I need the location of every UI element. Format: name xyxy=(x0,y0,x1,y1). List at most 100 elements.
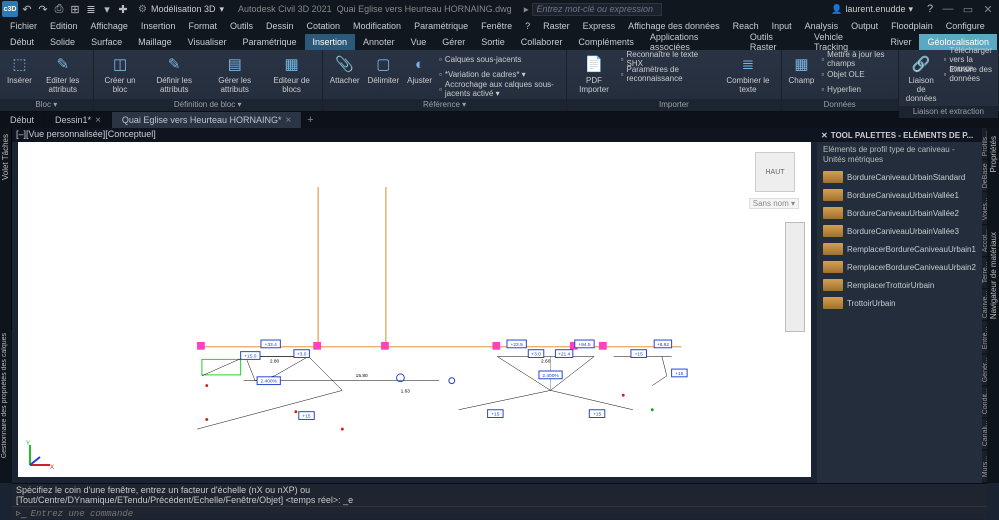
workspace-switcher[interactable]: ⚙ Modélisation 3D ▾ xyxy=(138,4,224,15)
definir-attrib-button[interactable]: ✎Définir les attributs xyxy=(144,52,204,95)
underlay-layers[interactable]: ▫ Calques sous-jacents xyxy=(437,52,562,66)
tab-complements[interactable]: Compléments xyxy=(570,34,642,50)
menu-dataview[interactable]: Affichage des données xyxy=(622,21,725,31)
block-editor-button[interactable]: ▦Editeur de blocs xyxy=(265,52,317,95)
tab-vue[interactable]: Vue xyxy=(403,34,435,50)
create-block-button[interactable]: ◫Créer un bloc xyxy=(98,52,143,95)
new-tab-button[interactable]: + xyxy=(302,114,318,126)
ptab-debase[interactable]: DeBase xyxy=(982,160,989,192)
adjust-button[interactable]: ◐Ajuster xyxy=(404,52,435,86)
menu-output[interactable]: Output xyxy=(845,21,884,31)
tab-vehicle[interactable]: Vehicle Tracking xyxy=(806,34,883,50)
clip-button[interactable]: ▢Délimiter xyxy=(365,52,403,86)
snap-underlay[interactable]: ▫ Accrochage aux calques sous-jacents ac… xyxy=(437,82,562,96)
qa-dropdown[interactable]: ▾ xyxy=(100,2,114,16)
menu-configure[interactable]: Configure xyxy=(940,21,991,31)
qa-undo[interactable]: ↶ xyxy=(20,2,34,16)
menu-format[interactable]: Format xyxy=(182,21,223,31)
tab-applications[interactable]: Applications associées xyxy=(642,34,742,50)
qa-share[interactable]: ✚ xyxy=(116,2,130,16)
minimize-button[interactable]: — xyxy=(939,2,957,16)
menu-fenetre[interactable]: Fenêtre xyxy=(475,21,518,31)
panel-def-label[interactable]: Définition de bloc ▾ xyxy=(94,99,322,111)
palette-item[interactable]: TrottoirUrbain xyxy=(817,294,982,312)
close-icon[interactable]: × xyxy=(285,115,291,126)
menu-fichier[interactable]: Fichier xyxy=(4,21,43,31)
pdf-import-button[interactable]: 📄PDF Importer xyxy=(571,52,616,95)
ptab-condit[interactable]: Condit... xyxy=(982,386,989,418)
tab-surface[interactable]: Surface xyxy=(83,34,130,50)
qa-list[interactable]: ≣ xyxy=(84,2,98,16)
menu-outils[interactable]: Outils xyxy=(224,21,259,31)
menu-analysis[interactable]: Analysis xyxy=(799,21,845,31)
extract-data[interactable]: ▫ Extraire des données xyxy=(941,67,994,81)
ptab-canal[interactable]: Canali... xyxy=(982,418,989,450)
shx-text[interactable]: ▫ Reconnaître le texte SHX xyxy=(619,52,718,66)
maximize-button[interactable]: ▭ xyxy=(959,2,977,16)
frame-varies[interactable]: ▫ *Variation de cadres* ▾ xyxy=(437,67,562,81)
menu-input[interactable]: Input xyxy=(766,21,798,31)
update-fields[interactable]: ▫ Mettre à jour les champs xyxy=(819,52,893,66)
search-input[interactable] xyxy=(532,3,662,16)
ptab-voies[interactable]: Voies... xyxy=(982,193,989,225)
viewcube[interactable]: HAUT xyxy=(755,152,795,192)
help-icon[interactable]: ? xyxy=(923,2,937,16)
panel-ref-label[interactable]: Référence ▾ xyxy=(323,99,567,111)
tab-insertion[interactable]: Insertion xyxy=(305,34,356,50)
palette-item[interactable]: BordureCaniveauUrbainVallée2 xyxy=(817,204,982,222)
materials-tab[interactable]: Navigateur de matériaux xyxy=(989,232,998,319)
drawing-canvas[interactable]: HAUT Sans nom ▾ xyxy=(18,142,811,477)
layer-manager-tab[interactable]: Gestionnaire des propriétés des calques xyxy=(0,330,12,483)
tab-visualiser[interactable]: Visualiser xyxy=(180,34,235,50)
close-icon[interactable]: × xyxy=(95,115,101,126)
palette-item[interactable]: BordureCaniveauUrbainVallée3 xyxy=(817,222,982,240)
menu-help[interactable]: ? xyxy=(519,21,536,31)
ptab-accot[interactable]: Accot... xyxy=(982,225,989,257)
palette-item[interactable]: RemplacerBordureCaniveauUrbain1 xyxy=(817,240,982,258)
palette-item[interactable]: BordureCaniveauUrbainVallée1 xyxy=(817,186,982,204)
ptab-murs[interactable]: Murs... xyxy=(982,451,989,483)
recog-params[interactable]: ▫ Paramètres de reconnaissance xyxy=(619,67,718,81)
palette-header[interactable]: ✕TOOL PALETTES - ELÉMENTS DE P... xyxy=(817,128,982,142)
edit-attrib-button[interactable]: ✎Editer les attributs xyxy=(37,52,89,95)
palette-item[interactable]: BordureCaniveauUrbainStandard xyxy=(817,168,982,186)
field-button[interactable]: ▦Champ xyxy=(786,52,818,86)
command-input[interactable] xyxy=(31,509,983,519)
palette-item[interactable]: RemplacerBordureCaniveauUrbain2 xyxy=(817,258,982,276)
viewport-label[interactable]: [–][Vue personnalisée][Conceptuel] xyxy=(12,128,817,142)
tab-sortie[interactable]: Sortie xyxy=(473,34,513,50)
menu-cotation[interactable]: Cotation xyxy=(301,21,347,31)
tab-raster[interactable]: Outils Raster xyxy=(742,34,806,50)
ptab-profils[interactable]: Profils... xyxy=(982,128,989,160)
panel-bloc-label[interactable]: Bloc ▾ xyxy=(0,99,93,111)
tab-solide[interactable]: Solide xyxy=(42,34,83,50)
upload-source[interactable]: ▫ Télécharger vers la source xyxy=(941,52,994,66)
doc-tab-dessin1[interactable]: Dessin1*× xyxy=(45,112,112,128)
qa-save[interactable]: ⊞ xyxy=(68,2,82,16)
navigation-bar[interactable] xyxy=(785,222,805,332)
palette-item[interactable]: RemplacerTrottoirUrbain xyxy=(817,276,982,294)
tab-river[interactable]: River xyxy=(882,34,919,50)
qa-redo[interactable]: ↷ xyxy=(36,2,50,16)
tab-debut[interactable]: Début xyxy=(2,34,42,50)
tab-maillage[interactable]: Maillage xyxy=(130,34,180,50)
user-account[interactable]: 👤 laurent.enudde ▾ xyxy=(831,4,913,15)
menu-dessin[interactable]: Dessin xyxy=(260,21,300,31)
help-search[interactable]: ▸ xyxy=(524,3,662,16)
ptab-terre[interactable]: Terre... xyxy=(982,257,989,289)
tab-collaborer[interactable]: Collaborer xyxy=(513,34,571,50)
visual-style-control[interactable]: Sans nom ▾ xyxy=(749,198,799,209)
hyperlink[interactable]: ▫ Hyperlien xyxy=(819,82,893,96)
doc-tab-quai[interactable]: Quai Eglise vers Heurteau HORNAING*× xyxy=(112,112,302,128)
tab-gerer[interactable]: Gérer xyxy=(434,34,473,50)
menu-reach[interactable]: Reach xyxy=(727,21,765,31)
properties-tab[interactable]: Propriétés xyxy=(989,136,998,172)
qa-print[interactable]: ⎙ xyxy=(52,2,66,16)
menu-modification[interactable]: Modification xyxy=(347,21,407,31)
insert-button[interactable]: ⬚Insérer xyxy=(4,52,35,86)
tab-parametrique[interactable]: Paramétrique xyxy=(234,34,304,50)
menu-affichage[interactable]: Affichage xyxy=(85,21,134,31)
attach-button[interactable]: 📎Attacher xyxy=(327,52,363,86)
ole-object[interactable]: ▫ Objet OLE xyxy=(819,67,893,81)
data-link-button[interactable]: 🔗Liaison de données xyxy=(903,52,940,104)
